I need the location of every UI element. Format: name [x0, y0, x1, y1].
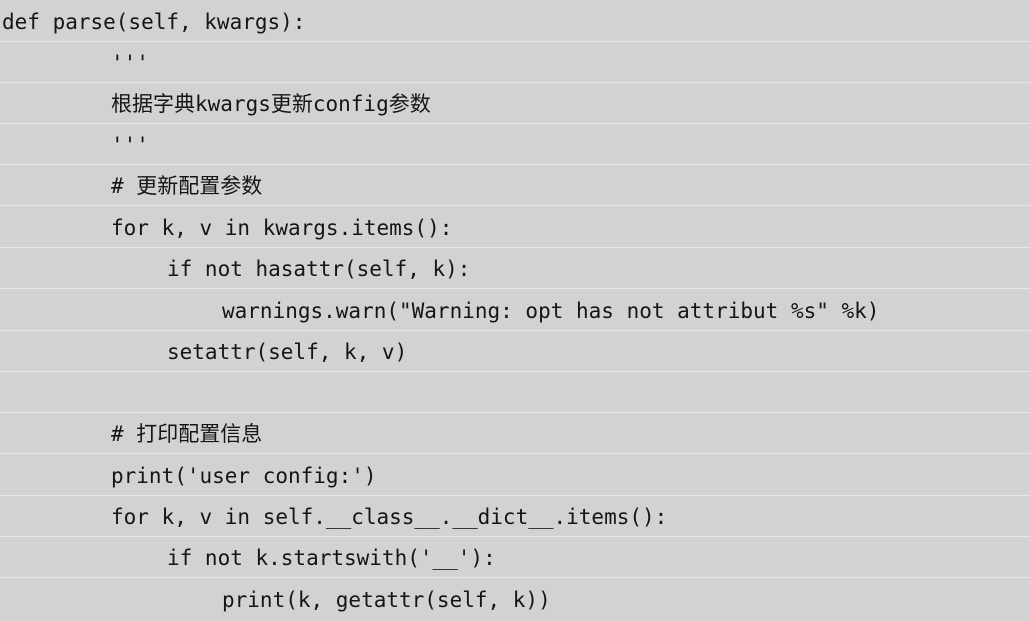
code-text: if not hasattr(self, k):: [167, 257, 471, 281]
code-line: print(k, getattr(self, k)): [0, 580, 1030, 620]
code-text: ''': [111, 133, 149, 157]
code-line: warnings.warn("Warning: opt has not attr…: [0, 291, 1030, 331]
code-text: print('user config:'): [111, 464, 377, 488]
code-line: for k, v in self.__class__.__dict__.item…: [0, 497, 1030, 537]
code-text: def parse(self, kwargs):: [2, 10, 306, 34]
code-text: # 更新配置参数: [111, 174, 263, 198]
code-line: ''': [0, 43, 1030, 83]
code-text: 根据字典kwargs更新config参数: [111, 92, 431, 116]
code-line: [0, 373, 1030, 413]
code-line: for k, v in kwargs.items():: [0, 208, 1030, 248]
code-line: if not hasattr(self, k):: [0, 249, 1030, 289]
code-text: print(k, getattr(self, k)): [222, 588, 551, 612]
code-text: for k, v in self.__class__.__dict__.item…: [111, 505, 668, 529]
code-line: if not k.startswith('__'):: [0, 538, 1030, 578]
code-line: ''': [0, 125, 1030, 165]
code-line: def parse(self, kwargs):: [0, 2, 1030, 42]
code-line: print('user config:'): [0, 456, 1030, 496]
code-line: # 更新配置参数: [0, 166, 1030, 206]
code-text: for k, v in kwargs.items():: [111, 216, 453, 240]
code-line: setattr(self, k, v): [0, 332, 1030, 372]
code-line: 根据字典kwargs更新config参数: [0, 84, 1030, 124]
code-text: ''': [111, 51, 149, 75]
code-text: warnings.warn("Warning: opt has not attr…: [222, 299, 880, 323]
code-text: # 打印配置信息: [111, 422, 263, 446]
code-text: if not k.startswith('__'):: [167, 546, 496, 570]
code-line: # 打印配置信息: [0, 414, 1030, 454]
code-text: setattr(self, k, v): [167, 340, 408, 364]
code-block: def parse(self, kwargs): ''' 根据字典kwargs更…: [0, 0, 1030, 621]
